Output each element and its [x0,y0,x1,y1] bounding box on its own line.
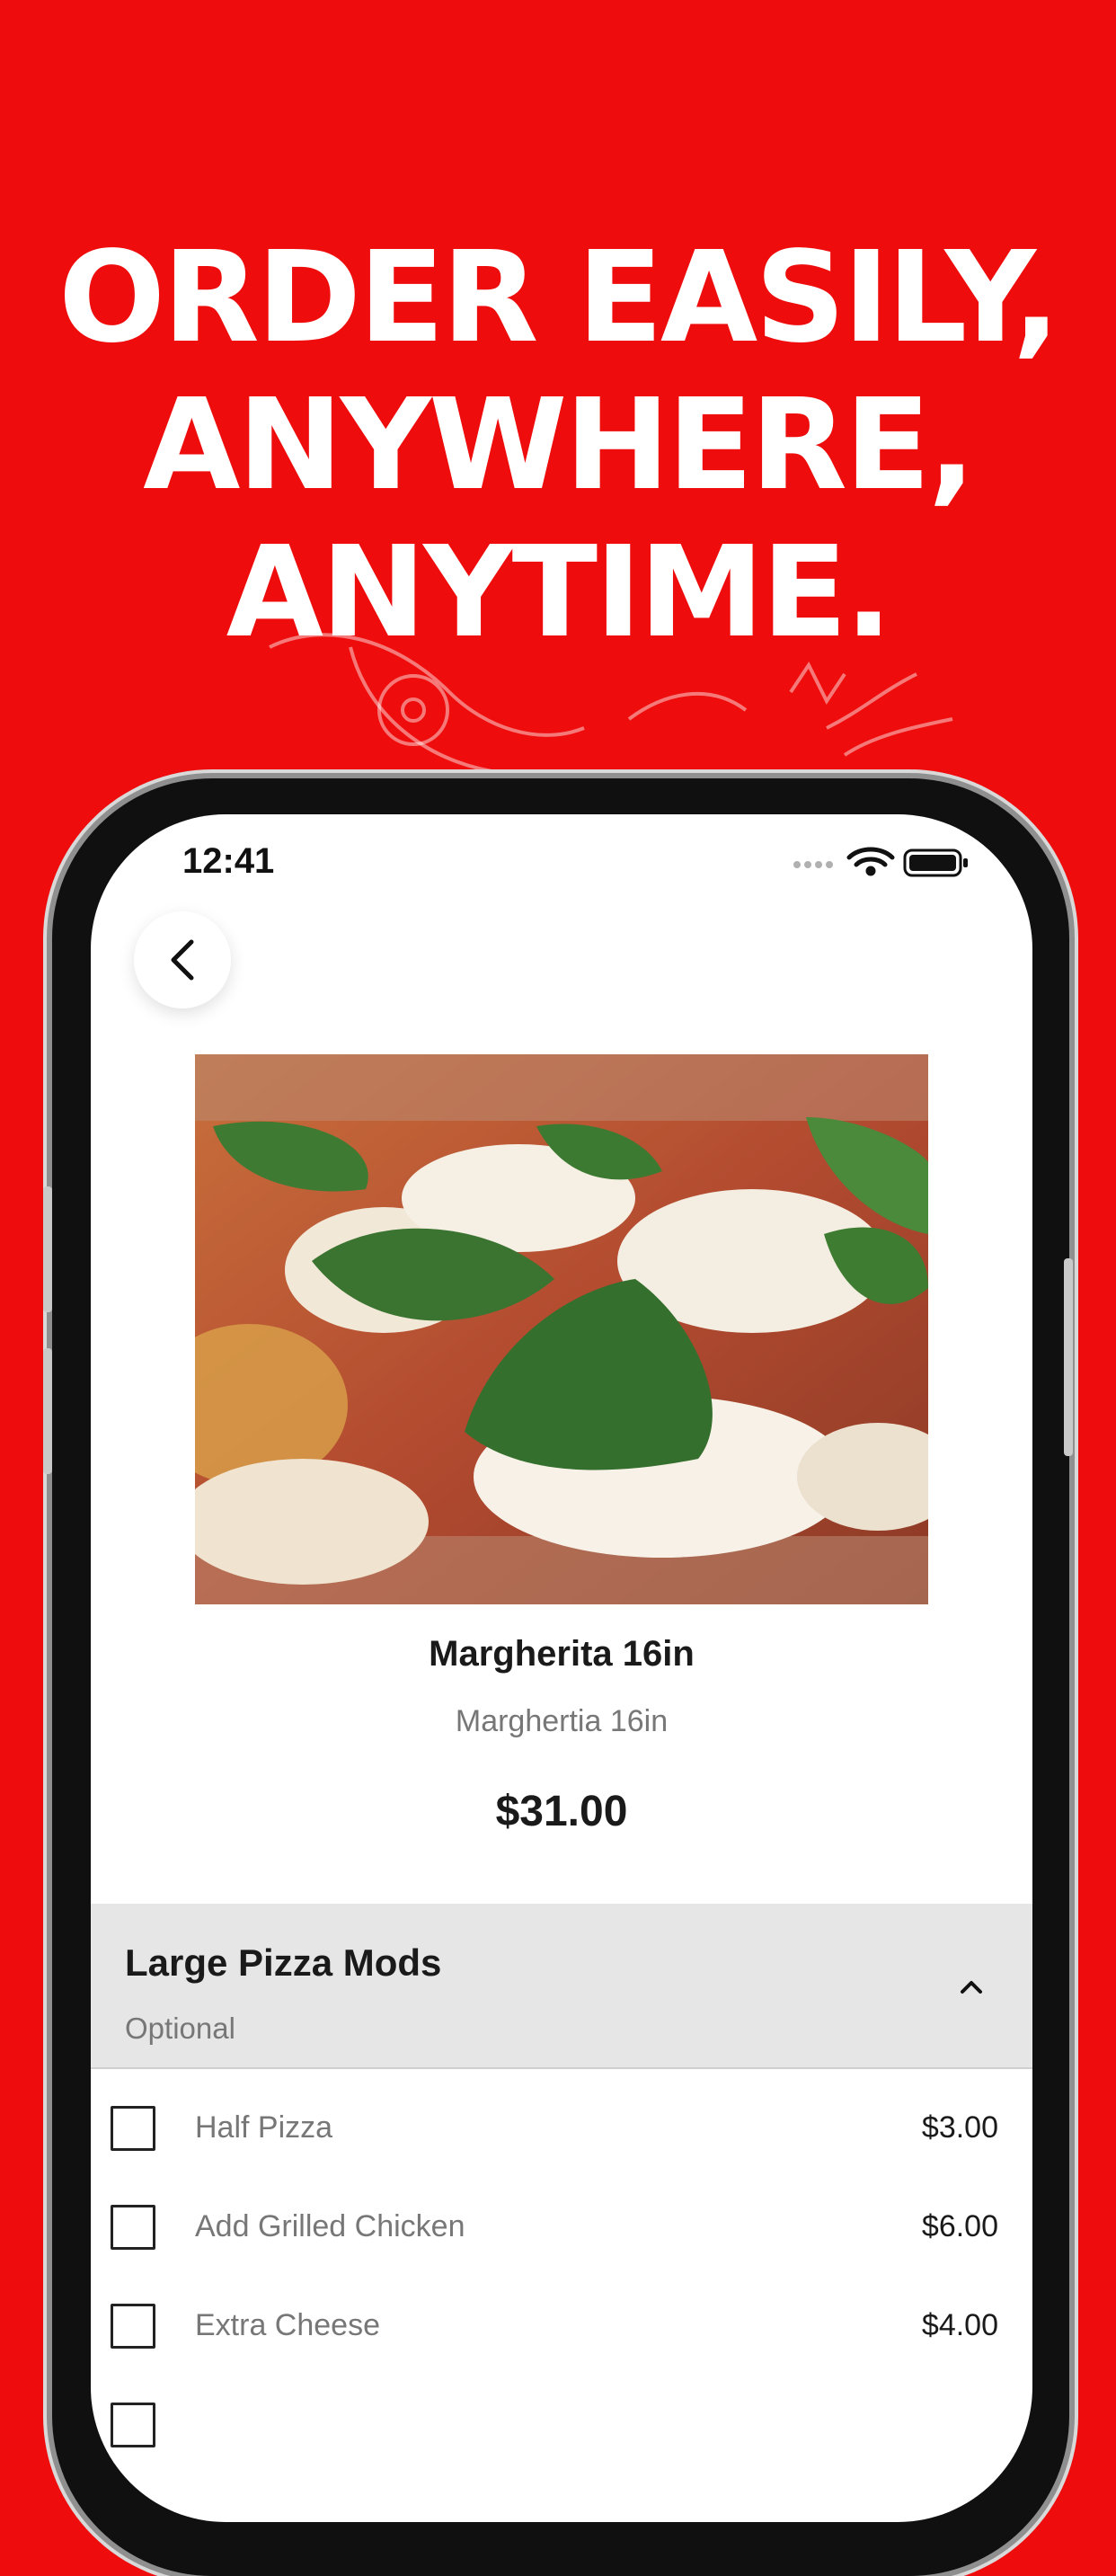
option-label: Extra Cheese [195,2308,380,2342]
phone-power-button [1064,1258,1073,1456]
option-price: $3.00 [921,2110,998,2145]
product-price: $31.00 [495,1788,628,1835]
checkbox[interactable] [111,2403,155,2447]
phone-volume-button [43,1348,52,1474]
checkbox[interactable] [111,2106,155,2151]
cellular-signal-icon [793,861,833,868]
option-label: Add Grilled Chicken [195,2209,465,2243]
option-price: $6.00 [921,2209,998,2243]
chevron-up-icon[interactable] [955,1974,988,2001]
modifier-option-extra-cheese[interactable]: Extra Cheese $4.00 [91,2279,1032,2378]
option-label: Half Pizza [195,2110,333,2145]
status-icons [793,847,968,877]
modifier-group-subtitle: Optional [125,2012,235,2045]
product-image [195,1054,928,1604]
phone-volume-button [43,1186,52,1312]
promo-headline: ORDER EASILY, ANYWHERE, ANYTIME. [0,225,1116,667]
chevron-left-icon [171,939,194,981]
battery-icon [903,848,968,877]
headline-line-1: ORDER EASILY, [58,225,1060,371]
option-price: $4.00 [921,2308,998,2342]
status-time: 12:41 [182,841,275,881]
back-button[interactable] [134,911,231,1008]
wifi-icon [846,847,895,876]
modifier-option-partial[interactable] [91,2378,1032,2477]
headline-line-2: ANYWHERE, [143,372,976,519]
product-name: Margherita 16in [429,1634,695,1674]
checkbox[interactable] [111,2304,155,2349]
product-description: Marghertia 16in [455,1704,669,1738]
modifier-option-half-pizza[interactable]: Half Pizza $3.00 [91,2082,1032,2181]
modifier-group-header[interactable]: Large Pizza Mods Optional [91,1904,1032,2069]
modifier-group-title: Large Pizza Mods [125,1941,442,1984]
modifier-option-add-grilled-chicken[interactable]: Add Grilled Chicken $6.00 [91,2181,1032,2279]
app-screen: 12:41 Margherita 16in Marghertia 16in $3… [91,814,1032,2522]
checkbox[interactable] [111,2205,155,2250]
